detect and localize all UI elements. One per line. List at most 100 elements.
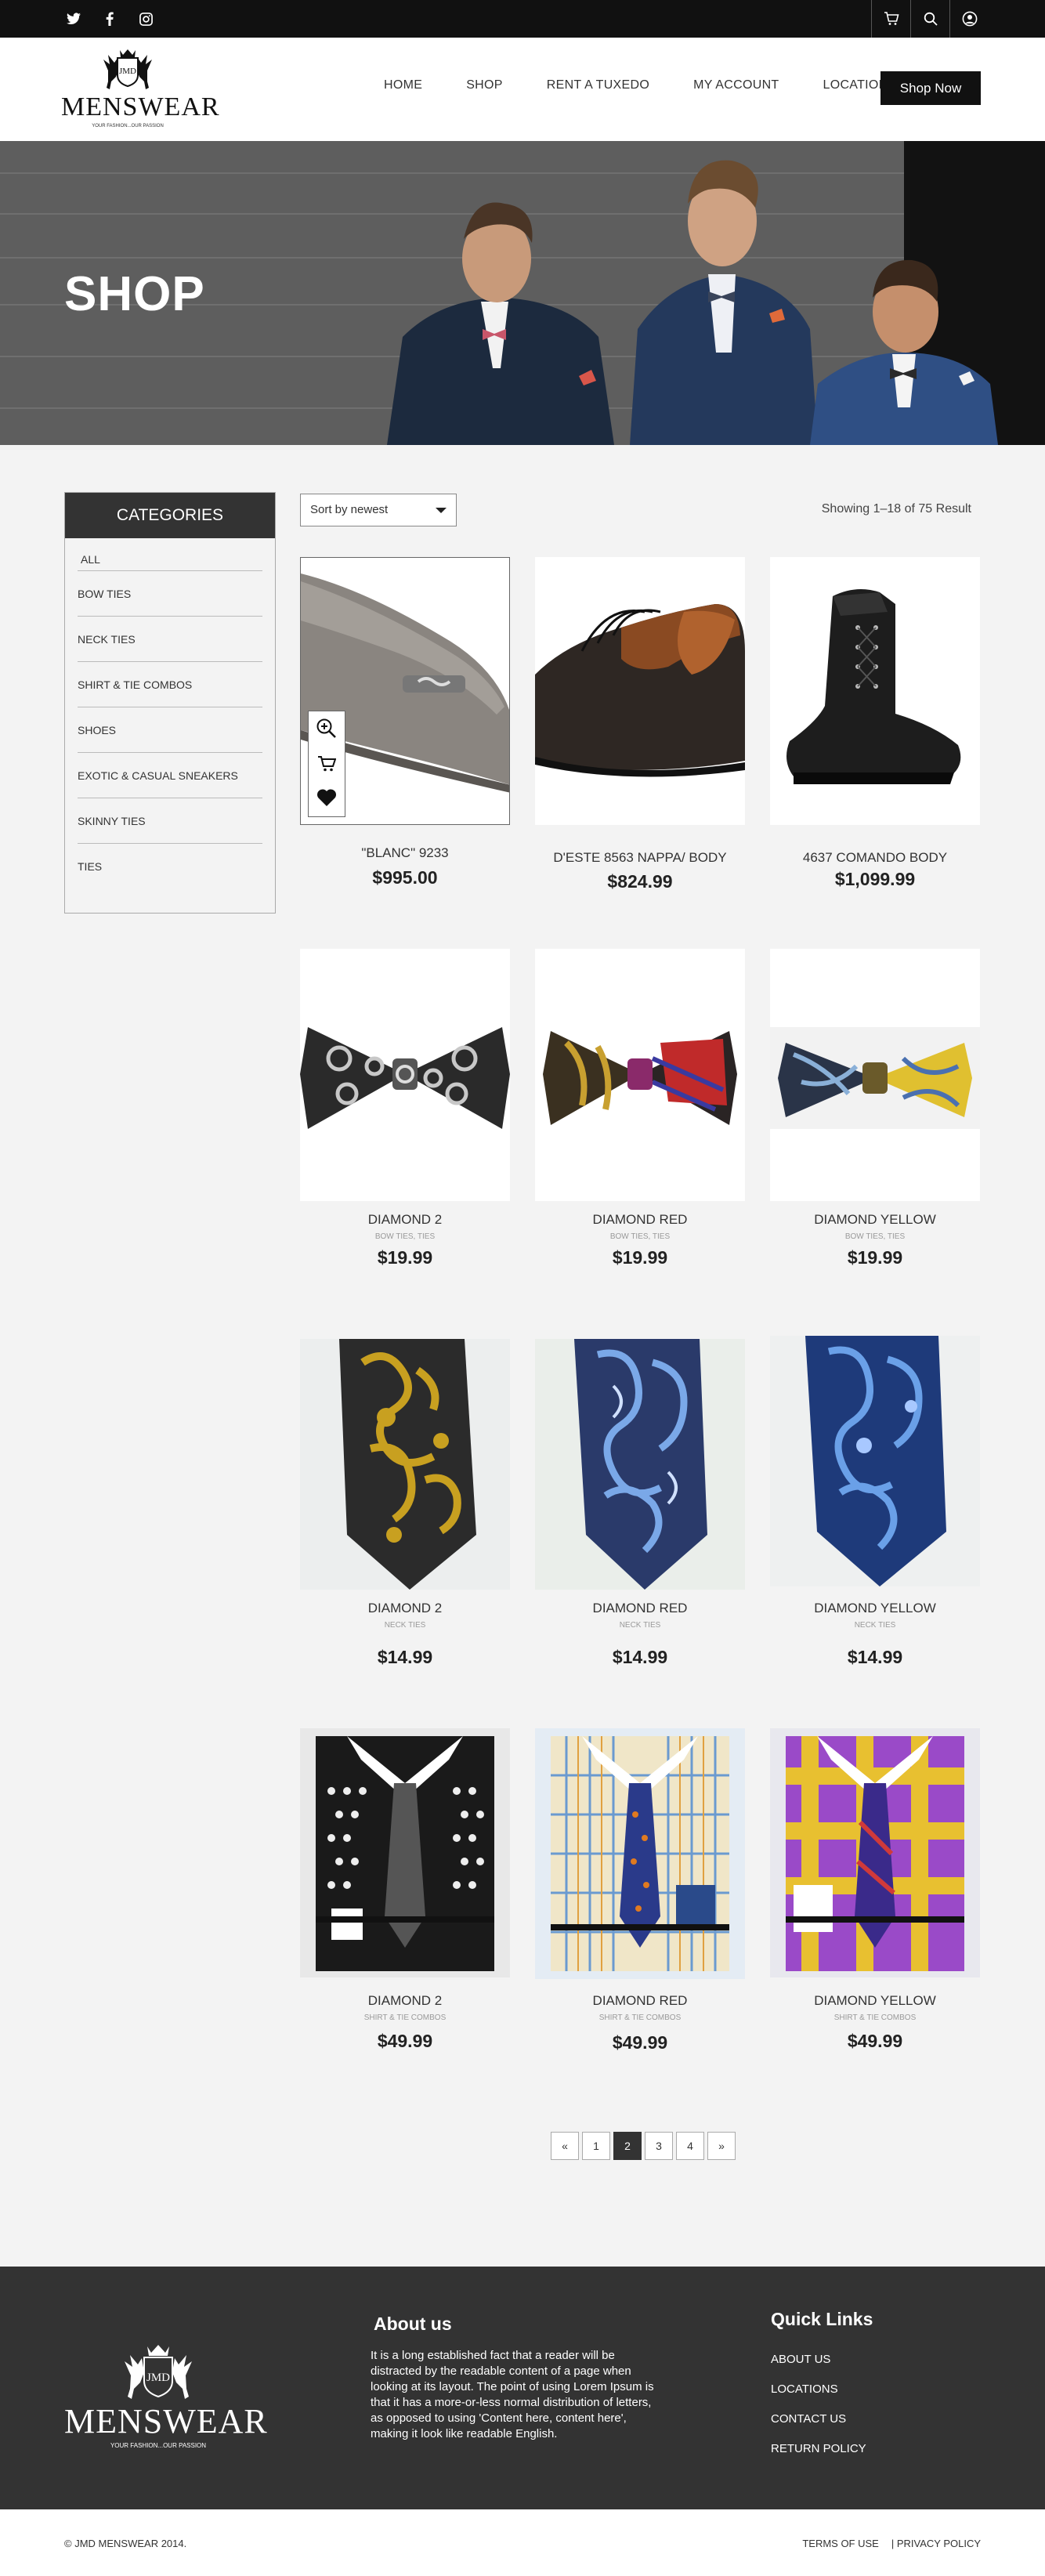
footer-logo-wordmark: MENSWEAR xyxy=(64,2402,268,2440)
product-category[interactable]: NECK TIES xyxy=(535,1621,745,1630)
page-prev-button[interactable]: « xyxy=(551,2132,579,2160)
footer-logo-tagline: YOUR FASHION...OUR PASSION xyxy=(110,2442,207,2449)
product-price: $19.99 xyxy=(847,1247,903,1268)
product-name[interactable]: "BLANC" 9233 xyxy=(300,845,510,861)
pagination: « 1 2 3 4 » xyxy=(551,2132,736,2160)
product-category[interactable]: BOW TIES, TIES xyxy=(535,1232,745,1241)
cart-icon[interactable] xyxy=(871,0,910,38)
product-image[interactable] xyxy=(770,557,980,825)
product-image[interactable] xyxy=(535,949,745,1201)
facebook-icon[interactable] xyxy=(100,9,119,28)
bottom-bar: © JMD MENSWEAR 2014. TERMS OF USE | PRIV… xyxy=(0,2509,1045,2576)
about-heading: About us xyxy=(374,2314,452,2334)
product-image[interactable] xyxy=(300,1339,510,1590)
product-image[interactable] xyxy=(535,557,745,825)
chevron-down-icon xyxy=(436,508,447,513)
product-image[interactable] xyxy=(535,1339,745,1590)
category-neck-ties[interactable]: NECK TIES xyxy=(78,617,262,662)
quick-links-heading: Quick Links xyxy=(771,2309,873,2329)
product-category[interactable]: SHIRT & TIE COMBOS xyxy=(535,2013,745,2022)
product-name[interactable]: DIAMOND 2 xyxy=(300,1212,510,1228)
product-name[interactable]: DIAMOND 2 xyxy=(300,1601,510,1616)
product-image[interactable] xyxy=(300,1728,510,1977)
category-skinny-ties[interactable]: SKINNY TIES xyxy=(78,798,262,844)
product-name[interactable]: DIAMOND 2 xyxy=(300,1993,510,2009)
product-price: $19.99 xyxy=(612,1247,668,1268)
categories-panel: CATEGORIES ALL BOW TIES NECK TIES SHIRT … xyxy=(64,492,276,914)
category-shirt-tie-combos[interactable]: SHIRT & TIE COMBOS xyxy=(78,662,262,707)
logo-tagline: YOUR FASHION...OUR PASSION xyxy=(92,124,164,128)
sort-select[interactable]: Sort by newest xyxy=(300,494,457,526)
product-price: $49.99 xyxy=(377,2031,433,2051)
product-category[interactable]: SHIRT & TIE COMBOS xyxy=(770,2013,980,2022)
category-shoes[interactable]: SHOES xyxy=(78,707,262,753)
shop-now-button[interactable]: Shop Now xyxy=(880,71,981,105)
logo-wordmark: MENSWEAR xyxy=(61,92,220,121)
product-name[interactable]: DIAMOND YELLOW xyxy=(770,1993,980,2009)
add-to-cart-icon[interactable] xyxy=(317,755,337,776)
social-links xyxy=(64,9,155,28)
account-icon[interactable] xyxy=(949,0,989,38)
product-price: $824.99 xyxy=(607,871,673,892)
product-name[interactable]: 4637 COMANDO BODY xyxy=(770,850,980,866)
main-nav: HOME SHOP RENT A TUXEDO MY ACCOUNT LOCAT… xyxy=(384,78,940,92)
site-header: JMD MENSWEAR YOUR FASHION...OUR PASSION … xyxy=(0,38,1045,141)
nav-rent-tuxedo[interactable]: RENT A TUXEDO xyxy=(547,78,649,92)
twitter-icon[interactable] xyxy=(64,9,83,28)
product-category[interactable]: NECK TIES xyxy=(300,1621,510,1630)
result-count: Showing 1–18 of 75 Result xyxy=(821,502,971,516)
footer-logo-monogram: JMD xyxy=(146,2372,170,2384)
category-ties[interactable]: TIES xyxy=(78,844,262,889)
product-price: $995.00 xyxy=(372,867,438,888)
site-logo[interactable]: JMD MENSWEAR YOUR FASHION...OUR PASSION xyxy=(61,47,220,133)
product-image[interactable] xyxy=(770,1728,980,1977)
page-2-button[interactable]: 2 xyxy=(613,2132,642,2160)
legal-links: TERMS OF USE | PRIVACY POLICY xyxy=(802,2538,981,2549)
page-1-button[interactable]: 1 xyxy=(582,2132,610,2160)
page-4-button[interactable]: 4 xyxy=(676,2132,704,2160)
footer-link-contact[interactable]: CONTACT US xyxy=(771,2412,866,2442)
about-text: It is a long established fact that a rea… xyxy=(371,2349,654,2440)
nav-home[interactable]: HOME xyxy=(384,78,422,92)
product-price: $49.99 xyxy=(847,2031,903,2051)
nav-shop[interactable]: SHOP xyxy=(466,78,503,92)
zoom-icon[interactable] xyxy=(316,718,338,743)
product-actions xyxy=(308,711,345,817)
product-price: $14.99 xyxy=(847,1647,903,1667)
categories-title: CATEGORIES xyxy=(65,493,275,538)
sort-value: Sort by newest xyxy=(310,503,389,516)
product-category[interactable]: BOW TIES, TIES xyxy=(770,1232,980,1241)
top-bar xyxy=(0,0,1045,38)
category-exotic-casual-sneakers[interactable]: EXOTIC & CASUAL SNEAKERS xyxy=(78,753,262,798)
product-name[interactable]: DIAMOND RED xyxy=(535,1212,745,1228)
privacy-link[interactable]: | PRIVACY POLICY xyxy=(891,2538,981,2549)
product-image[interactable] xyxy=(770,949,980,1201)
product-category[interactable]: SHIRT & TIE COMBOS xyxy=(300,2013,510,2022)
page-next-button[interactable]: » xyxy=(707,2132,736,2160)
footer-link-return-policy[interactable]: RETURN POLICY xyxy=(771,2442,866,2472)
product-category[interactable]: NECK TIES xyxy=(770,1621,980,1630)
footer-logo[interactable]: JMD MENSWEAR YOUR FASHION...OUR PASSION xyxy=(64,2340,268,2466)
wishlist-heart-icon[interactable] xyxy=(316,788,337,811)
product-image[interactable] xyxy=(535,1728,745,1979)
instagram-icon[interactable] xyxy=(136,9,155,28)
quick-links: ABOUT US LOCATIONS CONTACT US RETURN POL… xyxy=(771,2353,866,2472)
product-name[interactable]: D'ESTE 8563 NAPPA/ BODY xyxy=(535,850,745,866)
footer-link-about[interactable]: ABOUT US xyxy=(771,2353,866,2382)
product-name[interactable]: DIAMOND RED xyxy=(535,1601,745,1616)
search-icon[interactable] xyxy=(910,0,949,38)
page-3-button[interactable]: 3 xyxy=(645,2132,673,2160)
product-price: $1,099.99 xyxy=(834,869,916,889)
category-all[interactable]: ALL xyxy=(78,548,262,571)
terms-link[interactable]: TERMS OF USE xyxy=(802,2538,879,2549)
product-image[interactable] xyxy=(300,949,510,1201)
category-bow-ties[interactable]: BOW TIES xyxy=(78,571,262,617)
product-name[interactable]: DIAMOND YELLOW xyxy=(770,1601,980,1616)
product-image[interactable] xyxy=(770,1336,980,1586)
product-name[interactable]: DIAMOND RED xyxy=(535,1993,745,2009)
product-category[interactable]: BOW TIES, TIES xyxy=(300,1232,510,1241)
product-name[interactable]: DIAMOND YELLOW xyxy=(770,1212,980,1228)
nav-my-account[interactable]: MY ACCOUNT xyxy=(693,78,779,92)
footer-link-locations[interactable]: LOCATIONS xyxy=(771,2382,866,2412)
product-price: $14.99 xyxy=(612,1647,668,1667)
